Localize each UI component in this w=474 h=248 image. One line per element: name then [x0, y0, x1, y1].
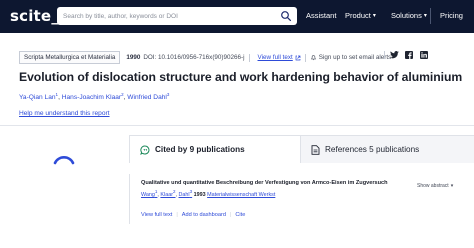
section-divider	[0, 125, 474, 126]
nav-divider	[430, 8, 431, 24]
document-icon	[311, 144, 320, 155]
doi-text: DOI: 10.1016/0956-716x(90)90266-j	[143, 54, 245, 61]
tab-references[interactable]: References 5 publications	[301, 135, 474, 163]
meta-divider	[248, 53, 250, 62]
author-link[interactable]: Ya-Qian Lan1	[19, 92, 58, 101]
author-link[interactable]: Winfried Dahl3	[127, 92, 169, 101]
author-link[interactable]: Wang1	[141, 189, 157, 198]
nav-solutions[interactable]: Solutions ▾	[391, 11, 427, 20]
nav-product[interactable]: Product ▾	[345, 11, 376, 20]
search-icon[interactable]	[280, 10, 292, 22]
help-understand-link[interactable]: Help me understand this report	[19, 110, 110, 117]
citation-title[interactable]: Qualitative und quantitative Beschreibun…	[141, 180, 388, 186]
quote-bubble-icon	[140, 144, 150, 155]
citation-meta: Wang1, Klaar2, Dahl3 1993 Materialwissen…	[141, 189, 276, 198]
linkedin-icon[interactable]	[419, 50, 429, 60]
twitter-icon[interactable]	[389, 50, 399, 60]
bell-icon	[310, 55, 316, 61]
show-abstract-button[interactable]: Show abstract ▾	[417, 183, 453, 189]
citation-journal[interactable]: Materialwissenschaft Werkst	[207, 192, 275, 198]
nav-assistant[interactable]: Assistant	[306, 11, 336, 20]
facebook-icon[interactable]	[404, 50, 414, 60]
author-link[interactable]: Klaar2	[160, 189, 175, 198]
loading-spinner-icon	[53, 156, 75, 165]
citation-tabs: Cited by 9 publications References 5 pub…	[129, 135, 474, 163]
view-full-text-button[interactable]: View full text	[141, 212, 172, 218]
chevron-down-icon: ▾	[450, 183, 454, 189]
citation-year: 1993	[193, 191, 206, 198]
chevron-down-icon: ▾	[423, 13, 427, 19]
view-full-text-link[interactable]: View full text	[258, 54, 301, 61]
share-bar	[380, 50, 429, 60]
search-input[interactable]	[63, 9, 278, 23]
email-alert-button[interactable]: Sign up to set email alerts	[310, 54, 391, 61]
paper-meta-row: Scripta Metallurgica et Materialia 1990 …	[19, 51, 391, 64]
paper-title: Evolution of dislocation structure and w…	[19, 70, 463, 84]
top-navbar: scite_ Assistant Product▾ Solutions▾ Pri…	[0, 0, 474, 33]
chevron-down-icon: ▾	[372, 13, 376, 19]
author-link[interactable]: Hans-Joachim Klaar2	[62, 92, 124, 101]
nav-pricing[interactable]: Pricing	[440, 11, 463, 20]
search-box	[57, 7, 297, 25]
publication-year: 1990	[126, 54, 141, 61]
journal-badge[interactable]: Scripta Metallurgica et Materialia	[19, 51, 121, 64]
external-link-icon	[295, 55, 301, 60]
tab-cited-by[interactable]: Cited by 9 publications	[129, 135, 301, 163]
citation-actions: View full text | Add to dashboard | Cite	[141, 212, 246, 218]
meta-divider	[304, 53, 306, 62]
meta-divider	[384, 51, 385, 59]
add-to-dashboard-button[interactable]: Add to dashboard	[182, 212, 226, 218]
citation-card: Qualitative und quantitative Beschreibun…	[129, 174, 474, 224]
scite-logo[interactable]: scite_	[10, 7, 59, 25]
cite-button[interactable]: Cite	[235, 212, 245, 218]
author-link[interactable]: Dahl3	[179, 189, 193, 198]
author-list: Ya-Qian Lan1, Hans-Joachim Klaar2, Winfr…	[19, 92, 170, 102]
